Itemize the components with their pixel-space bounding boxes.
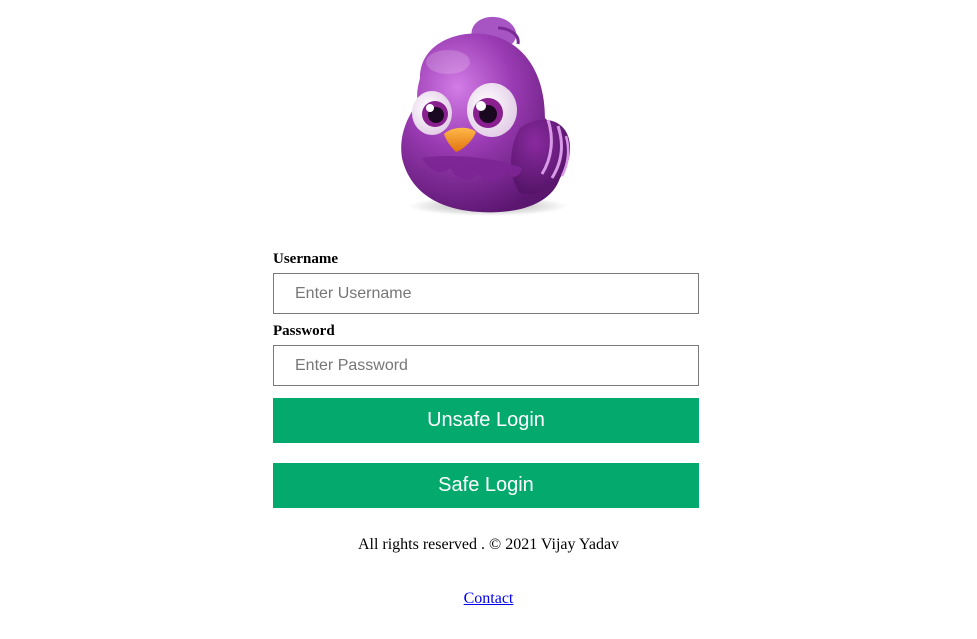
- app-logo: [380, 8, 590, 220]
- safe-login-button[interactable]: Safe Login: [273, 463, 699, 508]
- contact-link[interactable]: Contact: [464, 590, 514, 607]
- password-input[interactable]: [273, 345, 699, 386]
- login-form: Username Password Unsafe Login Safe Logi…: [273, 250, 699, 508]
- username-label: Username: [273, 251, 338, 267]
- password-label: Password: [273, 323, 335, 339]
- purple-bird-icon: [401, 16, 570, 216]
- contact-link-wrapper: Contact: [0, 589, 977, 608]
- username-input[interactable]: [273, 273, 699, 314]
- unsafe-login-button[interactable]: Unsafe Login: [273, 398, 699, 443]
- copyright-text: All rights reserved . © 2021 Vijay Yadav: [357, 536, 620, 553]
